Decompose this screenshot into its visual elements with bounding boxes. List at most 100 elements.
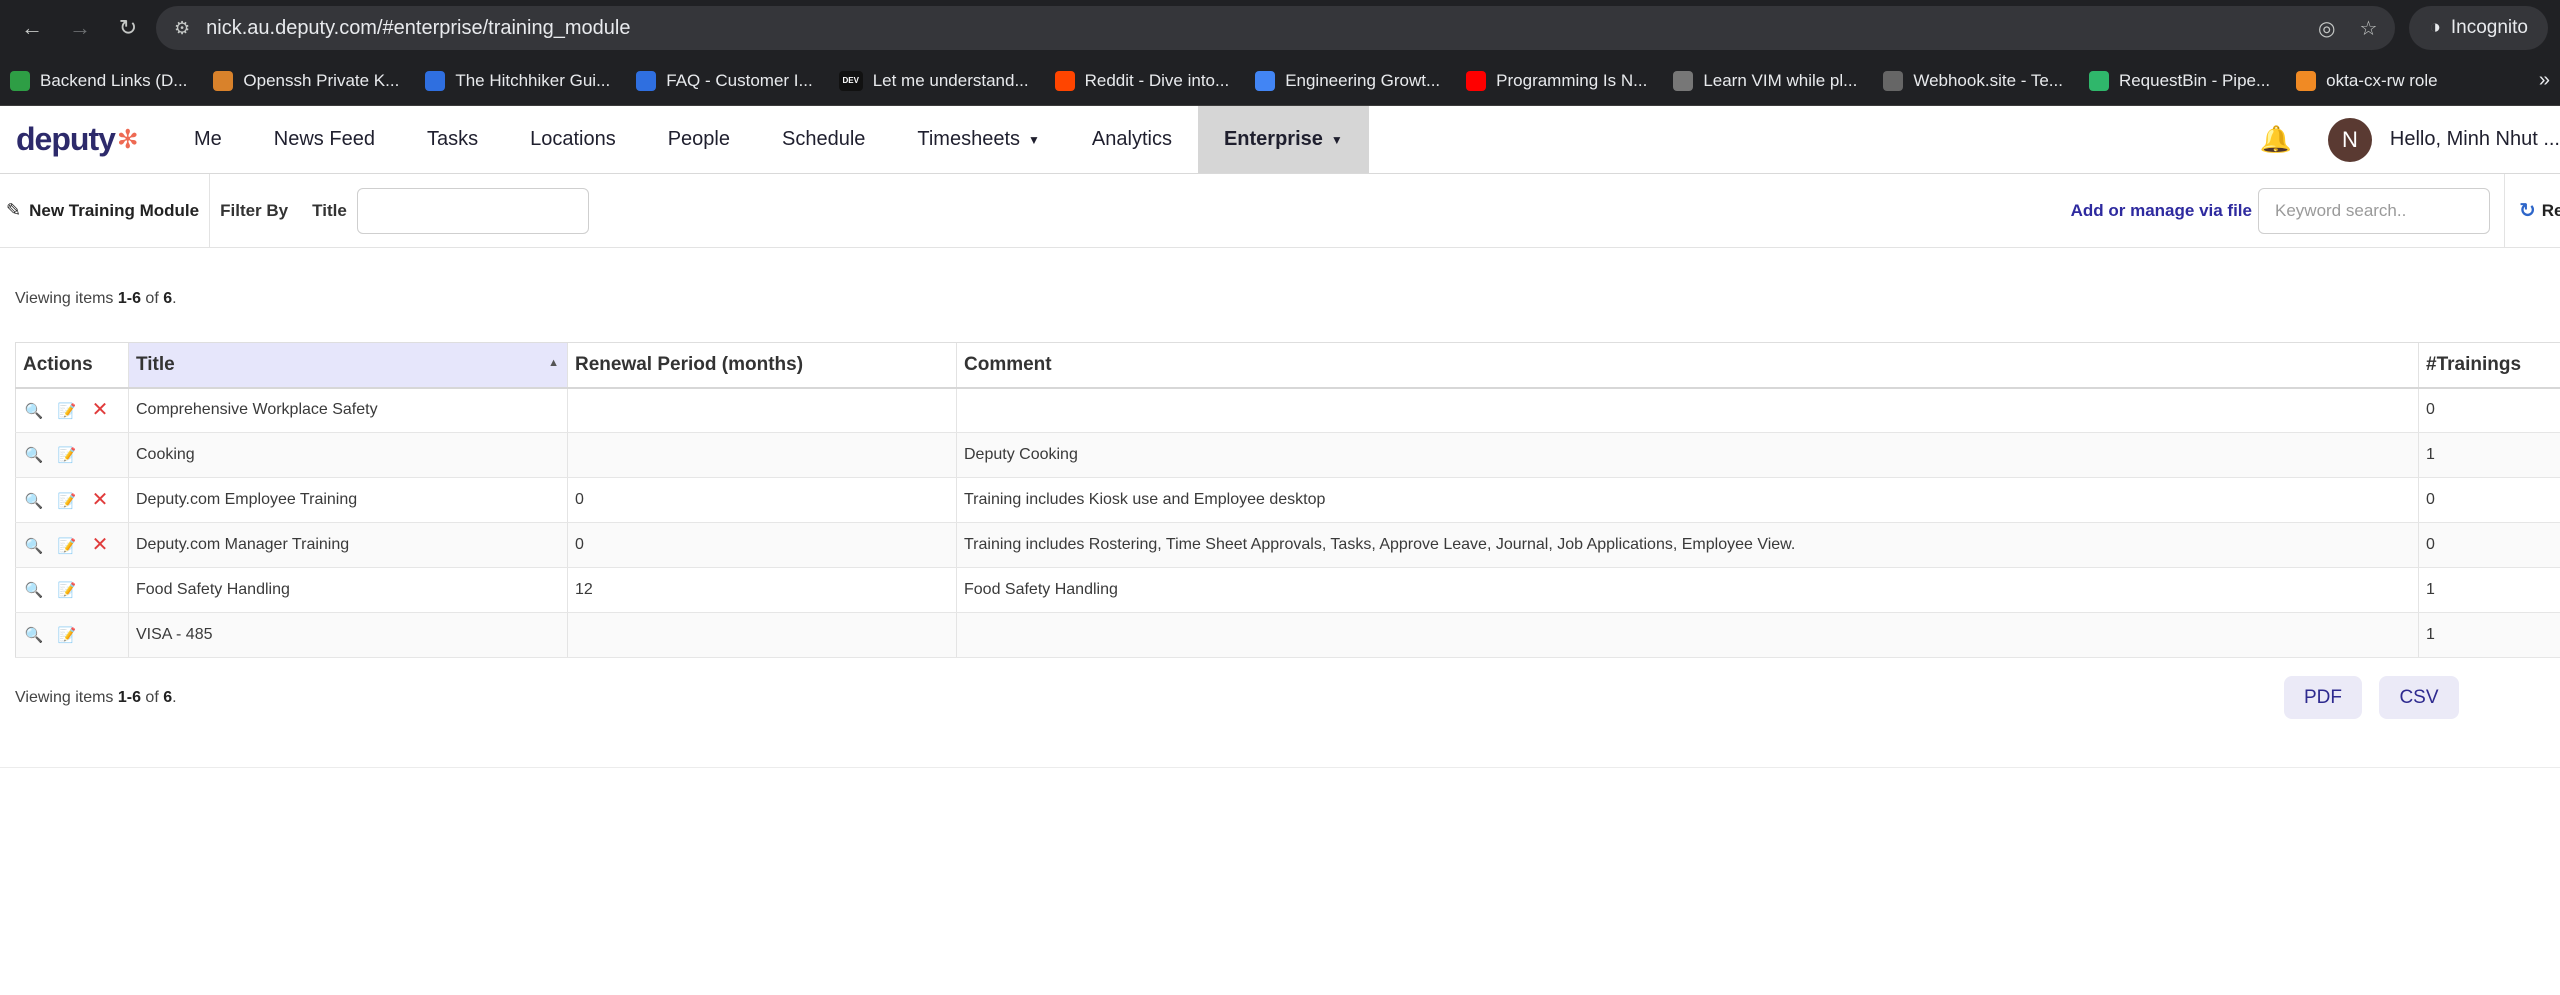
nav-item-label: Timesheets — [917, 128, 1021, 150]
view-magnifier-icon[interactable]: 🔍 — [23, 535, 45, 557]
nav-item-people[interactable]: People — [642, 106, 756, 173]
viewing-prefix: Viewing items — [15, 689, 118, 706]
url-text[interactable]: nick.au.deputy.com/#enterprise/training_… — [206, 17, 2294, 40]
edit-pencil-icon[interactable]: 📝 — [56, 400, 78, 422]
delete-x-icon[interactable]: ✕ — [89, 399, 111, 421]
incognito-badge[interactable]: ◑ Incognito — [2409, 6, 2548, 50]
main-nav: Me News Feed Tasks Locations People Schedule T… — [168, 106, 1369, 173]
edit-pencil-icon[interactable]: 📝 — [56, 624, 78, 646]
nav-item-news-feed[interactable]: News Feed — [248, 106, 401, 173]
tool-icon — [213, 70, 234, 91]
viewing-prefix: Viewing items — [15, 290, 118, 307]
nav-item-tasks[interactable]: Tasks — [401, 106, 504, 173]
nav-item-me[interactable]: Me — [168, 106, 248, 173]
nav-item-locations[interactable]: Locations — [504, 106, 642, 173]
delete-x-icon[interactable]: ✕ — [89, 533, 111, 556]
bookmark-item[interactable]: The Hitchhiker Gui... — [425, 70, 610, 91]
bookmark-item[interactable]: Openssh Private K... — [213, 70, 399, 91]
bookmark-item[interactable]: DEV Let me understand... — [838, 70, 1029, 91]
table-row: 🔍 📝 ✕ Deputy.com Employee Training 0 Training… — [15, 477, 2560, 523]
logo-text: deputy — [16, 121, 116, 157]
table-header-row: Actions Title ▲ Renewal Period (months) C… — [15, 342, 2560, 389]
view-magnifier-icon[interactable]: 🔍 — [23, 579, 45, 601]
table-row: 🔍 📝 ✕ Deputy.com Manager Training 0 Training … — [15, 522, 2560, 568]
cell-renewal-period — [567, 387, 957, 433]
bookmark-item[interactable]: Backend Links (D... — [10, 70, 187, 91]
keyword-search-input[interactable] — [2258, 187, 2490, 234]
cell-trainings: 0 — [2418, 477, 2560, 523]
nav-item-schedule[interactable]: Schedule — [756, 106, 891, 173]
bookmark-label: RequestBin - Pipe... — [2118, 70, 2271, 90]
column-header-actions: Actions — [15, 342, 129, 389]
bookmark-item[interactable]: Learn VIM while pl... — [1673, 70, 1857, 91]
nav-item-label: Tasks — [426, 128, 479, 150]
nav-item-analytics[interactable]: Analytics — [1066, 106, 1198, 173]
table-row: 🔍 📝 Cooking Deputy Cooking 1 — [15, 432, 2560, 478]
delete-x-icon[interactable]: ✕ — [89, 488, 111, 511]
viewing-suffix: . — [172, 290, 177, 307]
nav-item-label: Locations — [530, 128, 616, 150]
nav-item-enterprise[interactable]: Enterprise ▼ — [1197, 106, 1369, 173]
title-filter-input[interactable] — [356, 187, 589, 234]
bookmark-item[interactable]: FAQ - Customer I... — [636, 70, 813, 91]
cell-comment — [956, 612, 2419, 658]
doc-icon — [1255, 70, 1276, 91]
nav-item-label: People — [667, 128, 730, 150]
nav-item-label: Me — [194, 128, 222, 150]
row-actions: 🔍 📝 — [15, 612, 129, 658]
nav-item-timesheets[interactable]: Timesheets ▼ — [891, 106, 1066, 173]
site-info-icon[interactable]: ⚙ — [174, 18, 190, 39]
cell-title: Comprehensive Workplace Safety — [128, 387, 568, 433]
bookmark-star-icon[interactable]: ☆ — [2359, 16, 2377, 41]
bookmark-item[interactable]: Reddit - Dive into... — [1054, 70, 1229, 91]
viewing-total: 6 — [163, 689, 173, 706]
view-magnifier-icon[interactable]: 🔍 — [23, 444, 45, 466]
bookmark-item[interactable]: Programming Is N... — [1466, 70, 1647, 91]
view-magnifier-icon[interactable]: 🔍 — [23, 400, 45, 422]
cell-renewal-period — [567, 432, 957, 478]
export-csv-button[interactable]: CSV — [2379, 676, 2459, 719]
cell-title: Deputy.com Employee Training — [128, 477, 568, 523]
deputy-logo[interactable]: deputy ✻ — [0, 106, 168, 173]
avatar[interactable]: N — [2327, 117, 2372, 162]
new-training-module-button[interactable]: ✎ New Training Module — [0, 174, 211, 247]
bookmark-item[interactable]: RequestBin - Pipe... — [2088, 70, 2271, 91]
user-greeting[interactable]: Hello, Minh Nhut ... — [2390, 128, 2560, 151]
webhook-icon — [1883, 70, 1904, 91]
view-magnifier-icon[interactable]: 🔍 — [23, 624, 45, 646]
bookmark-item[interactable]: okta-cx-rw role — [2296, 70, 2438, 91]
refresh-button[interactable]: ↻ Re — [2504, 174, 2560, 247]
forward-icon[interactable]: → — [60, 8, 100, 48]
row-actions: 🔍 📝 — [15, 567, 129, 613]
bookmark-item[interactable]: Engineering Growt... — [1255, 70, 1440, 91]
dev-icon: DEV — [838, 70, 863, 91]
bookmark-item[interactable]: Webhook.site - Te... — [1883, 70, 2063, 91]
back-icon[interactable]: ← — [12, 8, 52, 48]
address-bar[interactable]: ⚙ nick.au.deputy.com/#enterprise/trainin… — [156, 6, 2396, 50]
column-header-comment[interactable]: Comment — [956, 342, 2419, 389]
nav-item-label: News Feed — [273, 128, 375, 150]
caret-down-icon: ▼ — [1028, 132, 1040, 147]
add-or-manage-via-file-link[interactable]: Add or manage via file — [2071, 201, 2252, 221]
edit-pencil-icon[interactable]: 📝 — [56, 444, 78, 466]
column-header-title[interactable]: Title ▲ — [128, 342, 568, 389]
tracking-protection-icon[interactable]: ◎ — [2318, 16, 2335, 41]
cell-renewal-period: 0 — [567, 522, 957, 568]
column-header-trainings[interactable]: #Trainings — [2418, 342, 2560, 389]
viewing-range: 1-6 — [117, 689, 141, 706]
table-row: 🔍 📝 Food Safety Handling 12 Food Safety Hand… — [15, 567, 2560, 613]
bookmark-label: FAQ - Customer I... — [666, 70, 813, 90]
notifications-bell-icon[interactable]: 🔔 — [2260, 124, 2292, 155]
bookmarks-overflow-icon[interactable]: » — [2539, 69, 2550, 92]
edit-pencil-icon[interactable]: 📝 — [56, 490, 78, 512]
row-actions: 🔍 📝 ✕ — [15, 387, 129, 433]
edit-pencil-icon[interactable]: 📝 — [56, 579, 78, 601]
export-pdf-button[interactable]: PDF — [2284, 676, 2362, 719]
reload-icon[interactable]: ↻ — [108, 8, 148, 48]
cell-trainings: 1 — [2418, 612, 2560, 658]
bookmarks-bar: Backend Links (D... Openssh Private K... T… — [0, 56, 2560, 106]
view-magnifier-icon[interactable]: 🔍 — [23, 490, 45, 512]
edit-pencil-icon[interactable]: 📝 — [56, 535, 78, 557]
column-header-renewal-period[interactable]: Renewal Period (months) — [567, 342, 957, 389]
cell-trainings: 1 — [2418, 567, 2560, 613]
